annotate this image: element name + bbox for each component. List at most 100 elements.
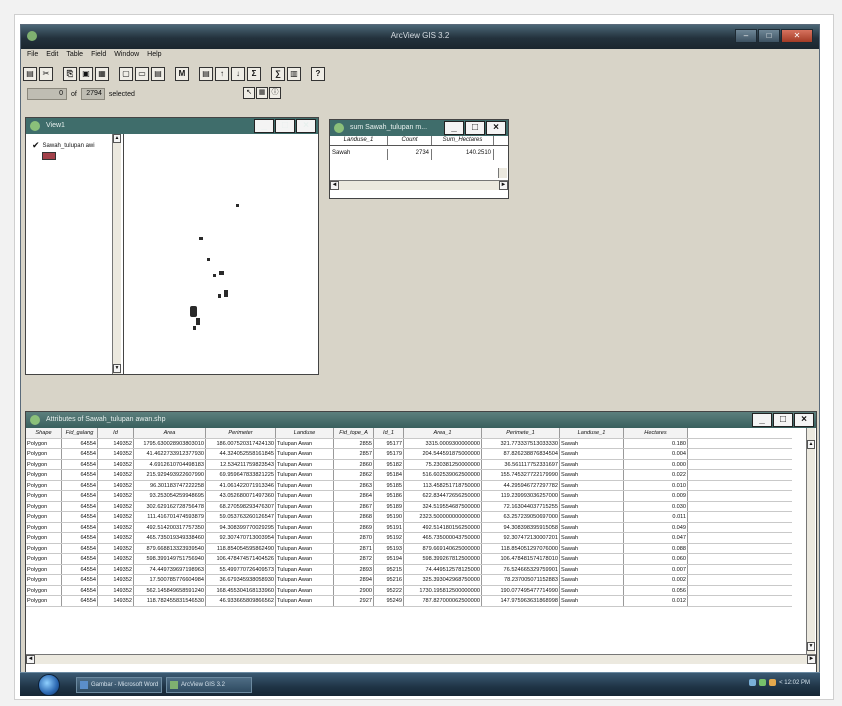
calculate-icon[interactable]: ∑ [271, 67, 285, 81]
table-cell: 149352 [98, 459, 134, 469]
select-all-icon[interactable]: ▢ [119, 67, 133, 81]
network-icon[interactable] [749, 679, 757, 686]
taskbar-item-arcview[interactable]: ArcView GIS 3.2 [166, 677, 252, 693]
selected-label: selected [108, 90, 135, 98]
table-icon[interactable]: ▦ [95, 67, 109, 81]
table-row[interactable]: Polygon 64554 149352 562.145849658591240 168… [26, 585, 792, 596]
attributes-close-button[interactable]: × [794, 413, 814, 427]
table-row[interactable]: Polygon 64554 149352 215.929493922607990 69.… [26, 470, 792, 481]
map-display[interactable] [125, 134, 311, 374]
summary-minimize-button[interactable]: _ [444, 121, 464, 135]
copy-icon[interactable]: ⎘ [63, 67, 77, 81]
table-row[interactable]: Polygon 64554 149352 465.735019349338460 92.… [26, 533, 792, 544]
attributes-scrollbar[interactable]: ▲ ▼ [806, 428, 815, 654]
scroll-up-icon[interactable]: ▲ [113, 134, 121, 143]
paste-icon[interactable]: ▣ [79, 67, 93, 81]
table-row[interactable]: Polygon 64554 149352 879.668813323939540 118… [26, 543, 792, 554]
toc-scrollbar[interactable]: ▲ ▼ [112, 134, 121, 374]
table-row[interactable]: Polygon 64554 149352 41.4622733912377930 44.… [26, 449, 792, 460]
pointer-icon[interactable]: ↖ [243, 87, 255, 99]
sort-ascending-icon[interactable]: ↑ [215, 67, 229, 81]
save-icon[interactable]: ▤ [23, 67, 37, 81]
view-title-bar[interactable]: View1 _ □ × [26, 118, 318, 134]
theme-entry[interactable]: ✔ Sawah_tulupan awi [32, 140, 95, 151]
column-header[interactable]: Area [134, 428, 206, 438]
column-header[interactable]: Perimete_1 [482, 428, 560, 438]
summary-title: sum Sawah_tulupan m... [350, 124, 428, 131]
column-header[interactable]: Count [388, 136, 432, 145]
scroll-down-icon[interactable]: ▼ [807, 642, 815, 651]
view-maximize-button[interactable]: □ [275, 119, 295, 133]
chart-icon[interactable]: ▥ [287, 67, 301, 81]
table-cell: 78.237005071152883 [482, 575, 560, 585]
column-header[interactable]: Id [98, 428, 134, 438]
column-header[interactable]: Area_1 [404, 428, 482, 438]
table-row[interactable]: Polygon 64554 149352 17.500785776604984 36.6… [26, 575, 792, 586]
summary-scrollbar[interactable] [498, 168, 507, 178]
table-row[interactable]: Polygon 64554 149352 74.449739697198963 55.4… [26, 564, 792, 575]
attributes-title-bar[interactable]: Attributes of Sawah_tulupan awan.shp [26, 412, 816, 428]
column-header[interactable]: Landuse_1 [560, 428, 624, 438]
minimize-button[interactable]: – [735, 29, 757, 43]
start-button[interactable] [38, 674, 60, 696]
attributes-hscrollbar[interactable]: ◄ ► [26, 654, 816, 664]
column-header[interactable]: Hectares [624, 428, 688, 438]
help-icon[interactable]: ? [311, 67, 325, 81]
summary-maximize-button[interactable]: □ [465, 121, 485, 135]
summarize-icon[interactable]: Σ [247, 67, 261, 81]
table-row[interactable]: Polygon 64554 149352 118.782455831546530 46.… [26, 596, 792, 607]
table-row[interactable]: Polygon 64554 149352 96.301183747222258 41.0… [26, 480, 792, 491]
scroll-left-icon[interactable]: ◄ [26, 655, 35, 664]
view-close-button[interactable]: × [296, 119, 316, 133]
query-icon[interactable]: M [175, 67, 189, 81]
table-row[interactable]: Polygon 64554 149352 111.416701474593879 59.… [26, 512, 792, 523]
column-header[interactable]: Shape [26, 428, 62, 438]
menu-field[interactable]: Field [91, 51, 106, 63]
scroll-up-icon[interactable]: ▲ [807, 440, 815, 449]
view-minimize-button[interactable]: _ [254, 119, 274, 133]
attributes-maximize-button[interactable]: □ [773, 413, 793, 427]
security-icon[interactable] [769, 679, 777, 686]
menu-help[interactable]: Help [147, 51, 161, 63]
column-header[interactable]: Fid_tope_A [334, 428, 374, 438]
table-row[interactable]: Polygon 64554 149352 492.514200317757350 94.… [26, 522, 792, 533]
select-table-icon[interactable]: ▦ [256, 87, 268, 99]
promote-icon[interactable]: ▤ [151, 67, 165, 81]
column-header[interactable]: Perimeter [206, 428, 276, 438]
close-button[interactable]: ✕ [781, 29, 813, 43]
theme-visibility-checkbox[interactable]: ✔ [32, 140, 40, 151]
identify-icon[interactable]: ⓘ [269, 87, 281, 99]
table-row[interactable]: Polygon 64554 149352 598.399149751756940 106… [26, 554, 792, 565]
column-header[interactable]: Fid_galang [62, 428, 98, 438]
table-row[interactable]: Sawah 2734 140.2510 [330, 149, 508, 160]
maximize-button[interactable]: □ [758, 29, 780, 43]
scroll-left-icon[interactable]: ◄ [330, 181, 339, 190]
taskbar-item-word[interactable]: Gambar - Microsoft Word [76, 677, 162, 693]
table-row[interactable]: Polygon 64554 149352 1795.630028903803010 18… [26, 438, 792, 449]
summary-close-button[interactable]: × [486, 121, 506, 135]
menu-file[interactable]: File [27, 51, 38, 63]
summary-hscrollbar[interactable]: ◄ ► [330, 180, 508, 190]
sort-descending-icon[interactable]: ↓ [231, 67, 245, 81]
table-row[interactable]: Polygon 64554 149352 302.629162728756478 68.… [26, 501, 792, 512]
find-icon[interactable]: ▤ [199, 67, 213, 81]
title-bar[interactable]: ArcView GIS 3.2 – □ ✕ [21, 25, 819, 49]
cut-icon[interactable]: ✂ [39, 67, 53, 81]
scroll-right-icon[interactable]: ► [499, 181, 508, 190]
column-header[interactable]: Landuse_1 [330, 136, 388, 145]
scroll-down-icon[interactable]: ▼ [113, 364, 121, 373]
volume-icon[interactable] [759, 679, 767, 686]
table-row[interactable]: Polygon 64554 149352 4.6912610704498183 12.5… [26, 459, 792, 470]
table-icon [30, 415, 40, 425]
table-row[interactable]: Polygon 64554 149352 93.253054259948695 43.0… [26, 491, 792, 502]
menu-table[interactable]: Table [66, 51, 83, 63]
column-header[interactable]: Landuse [276, 428, 334, 438]
clear-selection-icon[interactable]: ▭ [135, 67, 149, 81]
column-header[interactable]: Id_1 [374, 428, 404, 438]
scroll-right-icon[interactable]: ► [807, 655, 816, 664]
column-header[interactable]: Sum_Hectares [432, 136, 494, 145]
menu-window[interactable]: Window [114, 51, 139, 63]
attributes-minimize-button[interactable]: _ [752, 413, 772, 427]
menu-edit[interactable]: Edit [46, 51, 58, 63]
table-cell: 46.933665809866562 [206, 596, 276, 606]
